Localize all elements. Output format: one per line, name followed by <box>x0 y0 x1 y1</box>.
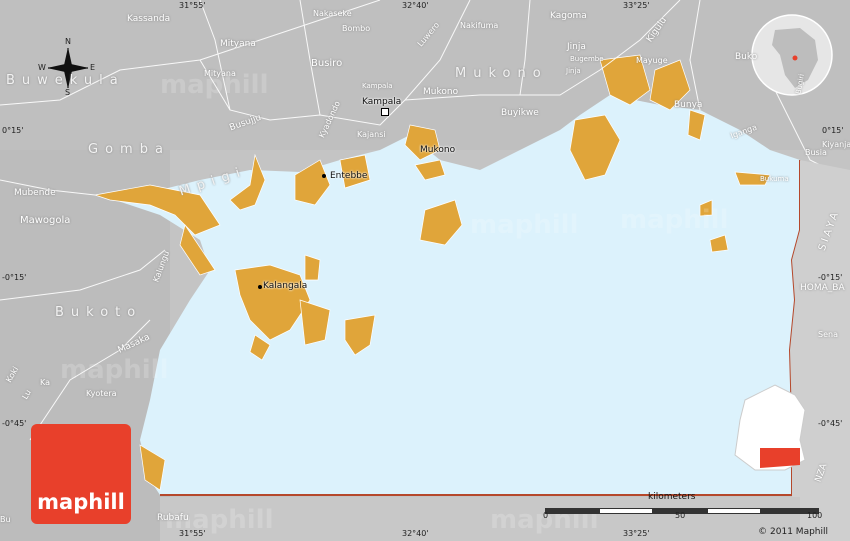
place-label: Mubende <box>14 188 56 198</box>
place-label: Nakifuma <box>460 21 499 30</box>
town-marker <box>258 285 262 289</box>
watermark: maphill <box>60 355 169 385</box>
coord-right: -0°15' <box>818 273 843 282</box>
coord-left: -0°45' <box>2 419 27 428</box>
town-label-mukono: Mukono <box>420 145 456 155</box>
place-label: Mityana <box>204 69 236 78</box>
place-label: HOMA_BA <box>800 283 845 293</box>
town-label-kampala: Kampala <box>362 97 402 107</box>
place-label: Mukono <box>423 87 459 97</box>
place-label: Bu <box>0 515 11 524</box>
place-label: Jinja <box>567 42 586 52</box>
place-label: Bukuma <box>760 175 789 183</box>
place-label: Buyikwe <box>501 108 539 118</box>
place-label: Mayuge <box>636 56 668 65</box>
coord-top: 31°55' <box>179 1 206 10</box>
coord-top: 33°25' <box>623 1 650 10</box>
coord-right: 0°15' <box>822 126 844 135</box>
coord-left: -0°15' <box>2 273 27 282</box>
place-label: Nakaseke <box>313 9 352 18</box>
watermark: maphill <box>470 210 579 240</box>
compass-s: S <box>65 88 71 97</box>
coord-left: 0°15' <box>2 126 24 135</box>
place-label: Rubafu <box>157 513 189 523</box>
town-label-kalangala: Kalangala <box>263 281 308 291</box>
coord-bottom: 31°55' <box>179 529 206 538</box>
copyright-text: © 2011 Maphill <box>758 527 828 537</box>
place-label: Bunya <box>674 100 703 110</box>
place-label: Jinja <box>566 67 581 75</box>
coord-top: 32°40' <box>402 1 429 10</box>
place-label: Bugembe <box>570 55 604 63</box>
place-label: Buko <box>735 52 758 62</box>
compass-w: W <box>38 63 46 72</box>
maphill-logo[interactable]: maphill <box>31 424 131 524</box>
place-label: Busia <box>805 148 827 157</box>
coord-bottom: 32°40' <box>402 529 429 538</box>
scale-tick: 0 <box>543 511 549 520</box>
place-label: Busiro <box>311 58 343 69</box>
scale-title: kilometers <box>648 492 696 502</box>
town-marker <box>381 108 389 116</box>
scale-segment <box>707 508 761 514</box>
region-label-mukono: Mukono <box>455 66 548 81</box>
place-label: Kyotera <box>86 389 117 398</box>
logo-text: maphill <box>37 490 125 514</box>
compass-e: E <box>90 63 96 72</box>
coord-right: -0°45' <box>818 419 843 428</box>
scale-tick: 50 <box>675 511 686 520</box>
town-marker <box>322 174 326 178</box>
scale-segment <box>599 508 653 514</box>
place-label: Kassanda <box>127 14 171 24</box>
place-label: Sena <box>818 330 838 339</box>
compass-n: N <box>65 37 71 46</box>
scale-tick: 100 <box>807 511 823 520</box>
scale-segment <box>545 508 599 514</box>
place-label: Bombo <box>342 24 371 33</box>
watermark: maphill <box>620 205 729 235</box>
region-label-bukoto: Bukoto <box>55 305 143 320</box>
place-label: Ka <box>40 378 51 387</box>
place-label: Kagoma <box>550 11 587 21</box>
place-label: Mawogola <box>20 215 71 226</box>
map-canvas[interactable]: maphill maphill maphill maphill maphill … <box>0 0 850 541</box>
town-label-entebbe: Entebbe <box>330 171 368 181</box>
place-label: Kampala <box>362 82 393 90</box>
place-label: Mityana <box>220 39 256 49</box>
region-label-buwekula: Buwekula <box>6 73 125 88</box>
place-label: Kiyanja <box>822 140 850 149</box>
place-label: Kajansi <box>357 130 386 139</box>
region-label-gomba: Gomba <box>88 142 170 157</box>
coord-bottom: 33°25' <box>623 529 650 538</box>
globe-inset <box>751 14 833 96</box>
